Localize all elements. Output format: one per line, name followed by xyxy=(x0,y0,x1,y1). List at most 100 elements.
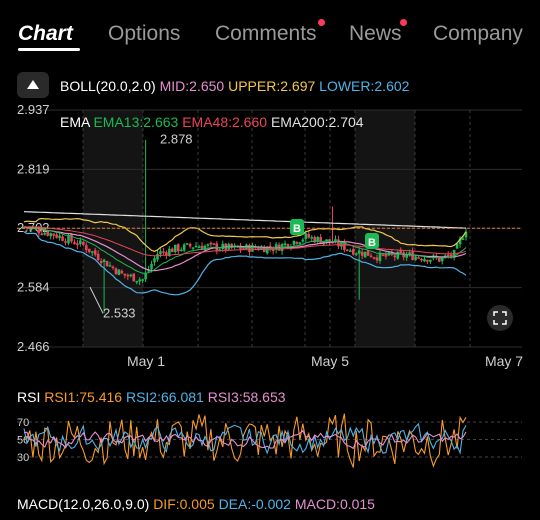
x-tick-label: May 5 xyxy=(311,353,349,369)
tab-news[interactable]: News xyxy=(349,22,402,46)
news-notification-dot xyxy=(400,19,407,26)
tab-company[interactable]: Company xyxy=(433,22,523,46)
candle-body xyxy=(52,233,55,236)
candle-body xyxy=(165,252,168,256)
candle-body xyxy=(182,244,186,251)
candle-body xyxy=(93,250,97,255)
candle-body xyxy=(185,243,189,245)
candle-body xyxy=(372,257,376,259)
dea-value: DEA:-0.002 xyxy=(218,496,291,512)
candle-body xyxy=(426,259,429,262)
tab-bar: Chart Options Comments News Company xyxy=(0,0,540,70)
candle-body xyxy=(135,280,139,283)
candle-body xyxy=(126,274,130,277)
candle-body xyxy=(37,229,41,234)
y-tick-label: 2.819 xyxy=(17,161,50,176)
rsi-tick-label: 30 xyxy=(17,452,29,464)
y-tick-label: 2.584 xyxy=(17,280,50,295)
candle-body xyxy=(283,243,287,246)
candle-body xyxy=(132,273,136,282)
candle-body xyxy=(173,244,177,253)
x-tick-label: May 7 xyxy=(485,353,523,369)
candle-body xyxy=(369,255,373,258)
candle-body xyxy=(87,248,91,252)
candle-body xyxy=(194,245,198,248)
candle-body xyxy=(61,236,64,241)
candle-body xyxy=(197,246,201,248)
candle-body xyxy=(153,258,156,263)
candle-body xyxy=(248,244,251,253)
candle-body xyxy=(159,251,162,255)
candle-body xyxy=(176,244,180,252)
macd-value: MACD:0.015 xyxy=(294,496,375,512)
ema13-value: EMA13:2.663 xyxy=(93,114,179,130)
candle-body xyxy=(179,249,183,252)
candle-body xyxy=(429,259,432,262)
dif-value: DIF:0.005 xyxy=(153,496,215,512)
candle-body xyxy=(141,279,144,281)
rsi-name: RSI xyxy=(17,389,41,405)
comments-notification-dot xyxy=(318,19,325,26)
candle-body xyxy=(346,249,349,252)
price-chart[interactable]: 2.9372.8192.7022.5842.4662.8782.533BBMay… xyxy=(0,100,540,382)
ema-name: EMA xyxy=(60,114,90,130)
candle-body xyxy=(310,237,314,239)
candle-body xyxy=(378,252,382,262)
candle-body xyxy=(102,259,106,263)
collapse-indicator-button[interactable] xyxy=(17,72,49,98)
candle-body xyxy=(111,266,115,269)
candle-body xyxy=(446,254,450,257)
x-tick-label: May 1 xyxy=(127,353,165,369)
rsi3-value: RSI3:58.653 xyxy=(207,389,286,405)
candle-body xyxy=(117,269,121,276)
candle-body xyxy=(105,261,109,267)
y-tick-label: 2.937 xyxy=(17,102,50,117)
candle-body xyxy=(188,244,192,247)
caret-up-icon xyxy=(27,80,39,89)
candle-body xyxy=(171,248,174,253)
candle-body xyxy=(417,257,420,259)
macd-name: MACD(12.0,26.0,9.0) xyxy=(17,496,150,512)
candle-body xyxy=(138,279,141,282)
candle-body xyxy=(393,255,397,258)
candle-body xyxy=(307,234,311,238)
candle-body xyxy=(156,253,159,260)
tab-options[interactable]: Options xyxy=(108,22,180,46)
tab-chart[interactable]: Chart xyxy=(18,22,73,46)
candle-body xyxy=(108,265,112,267)
candle-body xyxy=(337,239,340,247)
candle-body xyxy=(304,233,308,240)
candle-body xyxy=(363,251,367,258)
candle-body xyxy=(99,261,103,264)
candle-body xyxy=(212,243,216,245)
candle-body xyxy=(191,247,195,249)
candle-body xyxy=(123,273,127,276)
candle-body xyxy=(298,242,302,245)
candle-body xyxy=(67,235,70,244)
candle-body xyxy=(129,274,133,277)
rsi2-value: RSI2:66.081 xyxy=(125,389,204,405)
boll-mid: MID:2.650 xyxy=(159,78,225,94)
candle-body xyxy=(292,240,296,245)
candle-body xyxy=(120,270,124,274)
candle-body xyxy=(319,237,322,244)
candle-body xyxy=(360,251,364,256)
fullscreen-button xyxy=(487,305,513,331)
candle-body xyxy=(381,254,385,256)
candle-body xyxy=(209,242,213,245)
candle-body xyxy=(43,232,47,235)
candle-body xyxy=(423,258,426,262)
candle-body xyxy=(46,231,50,236)
candle-body xyxy=(375,257,379,261)
tab-comments[interactable]: Comments xyxy=(215,22,317,46)
active-tab-indicator xyxy=(18,48,80,51)
rsi1-value: RSI1:75.416 xyxy=(44,389,123,405)
candle-body xyxy=(162,251,165,253)
rsi-chart[interactable]: 705030 xyxy=(0,410,540,474)
y-tick-label: 2.466 xyxy=(17,339,50,354)
candle-body xyxy=(40,233,44,236)
candle-body xyxy=(64,241,67,243)
candle-body xyxy=(349,250,352,252)
candle-body xyxy=(200,245,204,250)
candle-body xyxy=(82,241,85,245)
